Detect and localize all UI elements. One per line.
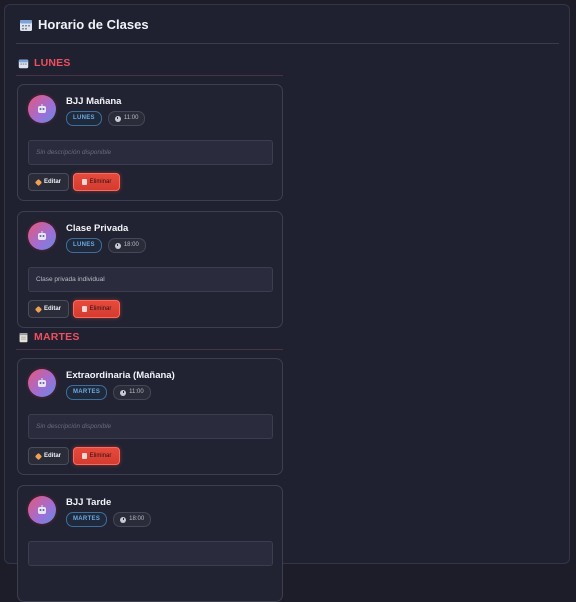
description-field: Clase privada individual [28, 267, 273, 292]
delete-button-label: Eliminar [89, 453, 112, 459]
time-badge: 11:00 [113, 385, 151, 400]
day-header-lunes: LUNES [18, 57, 71, 69]
clock-icon [114, 242, 121, 249]
robot-icon [38, 505, 46, 514]
class-avatar [28, 95, 56, 123]
trash-icon [81, 179, 87, 185]
clock-icon [114, 115, 121, 122]
delete-button[interactable]: Eliminar [73, 300, 120, 318]
calendar-icon [18, 59, 29, 68]
day-label: MARTES [34, 331, 80, 343]
pencil-icon [34, 452, 43, 460]
time-badge: 18:00 [107, 238, 146, 253]
notepad-icon [19, 332, 28, 342]
trash-icon [81, 453, 87, 459]
header-divider [16, 43, 559, 44]
day-header-martes: MARTES [18, 331, 80, 343]
edit-button-label: Editar [44, 179, 62, 185]
class-card: BJJ Tarde MARTES 18:00 [17, 485, 283, 602]
time-value: 11:00 [123, 115, 139, 121]
description-field: Sin descripción disponible [28, 140, 273, 165]
description-field: Sin descripción disponible [28, 414, 273, 439]
day-divider [16, 75, 283, 76]
page-title: Horario de Clases [38, 17, 149, 32]
trash-icon [81, 306, 87, 312]
day-divider [16, 349, 283, 350]
page-header: Horario de Clases [19, 17, 149, 32]
robot-icon [38, 231, 46, 240]
class-card: Extraordinaria (Mañana) MARTES 11:00 Sin… [17, 358, 283, 475]
day-badge: MARTES [66, 512, 108, 527]
schedule-panel: Horario de Clases LUNES BJJ Mañana LUNES… [4, 4, 570, 602]
time-value: 18:00 [123, 242, 139, 248]
time-badge: 18:00 [113, 512, 152, 527]
class-name: BJJ Tarde [66, 497, 112, 508]
day-badge: LUNES [66, 238, 102, 253]
robot-icon [38, 104, 46, 113]
edit-button-label: Editar [44, 453, 62, 459]
time-value: 18:00 [129, 516, 145, 522]
day-badge: LUNES [66, 111, 102, 126]
delete-button-label: Eliminar [89, 306, 112, 312]
pencil-icon [34, 178, 43, 186]
day-label: LUNES [34, 57, 71, 69]
calendar-icon [20, 19, 32, 31]
description-field [28, 541, 273, 566]
class-name: Extraordinaria (Mañana) [66, 370, 175, 381]
edit-button-label: Editar [44, 306, 62, 312]
delete-button[interactable]: Eliminar [73, 173, 120, 191]
delete-button[interactable]: Eliminar [73, 447, 120, 465]
edit-button[interactable]: Editar [28, 300, 70, 318]
time-value: 11:00 [129, 389, 144, 395]
class-name: Clase Privada [66, 223, 129, 234]
class-avatar [28, 496, 56, 524]
time-badge: 11:00 [107, 111, 146, 126]
day-badge: MARTES [66, 385, 108, 400]
clock-icon [120, 389, 127, 396]
class-card: Clase Privada LUNES 18:00 Clase privada … [17, 211, 283, 328]
class-avatar [28, 222, 56, 250]
delete-button-label: Eliminar [89, 179, 112, 185]
edit-button[interactable]: Editar [28, 173, 70, 191]
edit-button[interactable]: Editar [28, 447, 70, 465]
pencil-icon [34, 305, 43, 313]
class-card: BJJ Mañana LUNES 11:00 Sin descripción d… [17, 84, 283, 201]
class-name: BJJ Mañana [66, 96, 122, 107]
robot-icon [38, 378, 46, 387]
class-avatar [28, 369, 56, 397]
clock-icon [120, 516, 127, 523]
